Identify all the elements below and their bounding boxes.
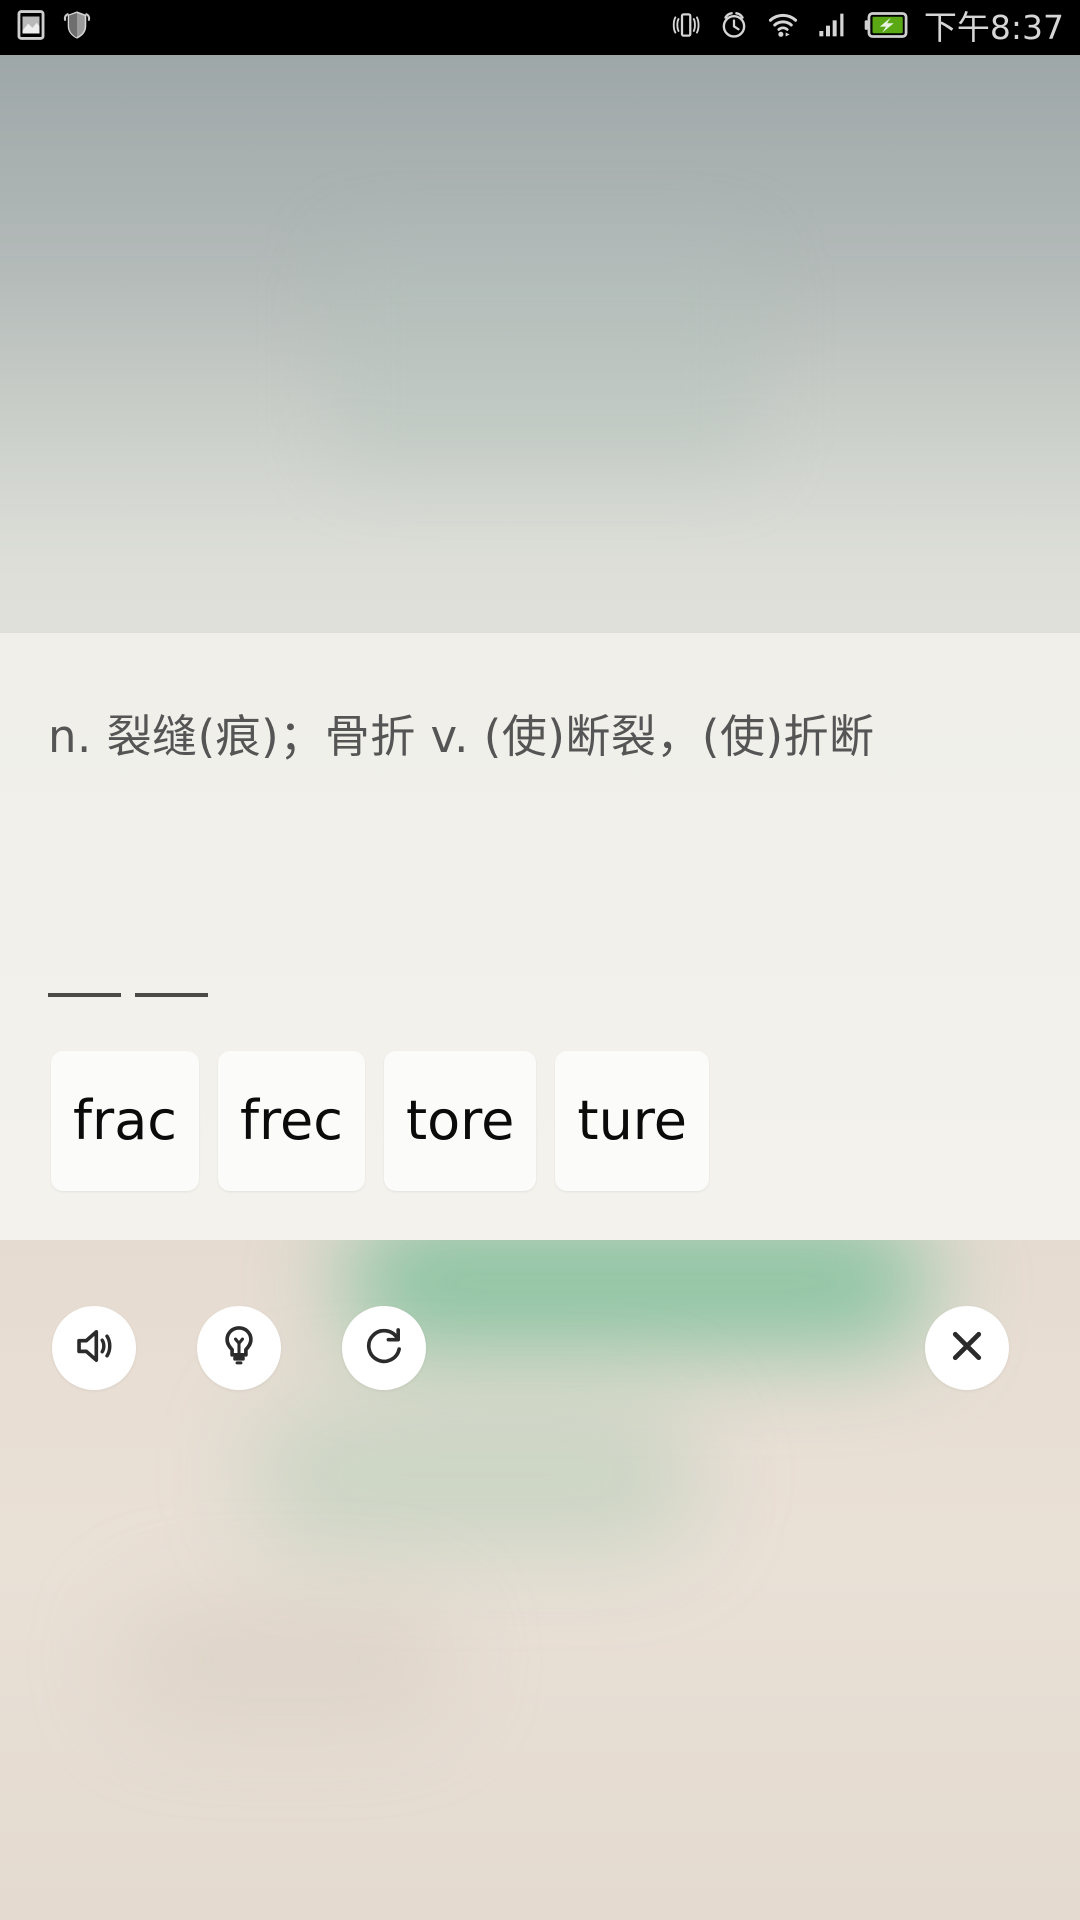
replay-button[interactable]	[342, 1306, 426, 1390]
close-icon	[945, 1324, 989, 1373]
alarm-clock-icon	[718, 9, 750, 46]
wallpaper-top	[0, 55, 1080, 635]
answer-slot-2[interactable]	[135, 993, 208, 997]
phone-screen: 下午8:37 n. 裂缝(痕)；骨折 v. (使)断裂，(使)折断 frac f…	[0, 0, 1080, 1920]
lightbulb-icon	[216, 1323, 262, 1374]
hint-button[interactable]	[197, 1306, 281, 1390]
battery-charging-icon	[864, 9, 908, 46]
option-tile-2[interactable]: frec	[218, 1051, 365, 1191]
option-tile-3[interactable]: tore	[383, 1051, 537, 1191]
status-bar-left-icons	[0, 8, 94, 47]
wifi-icon	[766, 9, 800, 46]
answer-slot-1[interactable]	[48, 993, 121, 997]
option-tile-label: ture	[577, 1089, 688, 1152]
close-button[interactable]	[925, 1306, 1009, 1390]
sound-button[interactable]	[52, 1306, 136, 1390]
screenshot-image-icon	[14, 8, 48, 47]
word-definition: n. 裂缝(痕)；骨折 v. (使)断裂，(使)折断	[48, 710, 875, 763]
option-tile-4[interactable]: ture	[555, 1051, 710, 1191]
option-tile-label: frec	[240, 1089, 343, 1152]
bottom-toolbar	[0, 1240, 1080, 1425]
answer-slots	[48, 993, 208, 997]
option-tiles: frac frec tore ture	[51, 1051, 710, 1191]
wallpaper-blob-soft	[120, 1600, 450, 1720]
security-shield-icon	[60, 8, 94, 47]
speaker-icon	[71, 1323, 117, 1374]
option-tile-label: frac	[73, 1089, 177, 1152]
status-bar-right-icons: 下午8:37	[670, 9, 1080, 46]
option-tile-label: tore	[405, 1089, 515, 1152]
quiz-panel: n. 裂缝(痕)；骨折 v. (使)断裂，(使)折断 frac frec tor…	[0, 633, 1080, 1240]
option-tile-1[interactable]: frac	[51, 1051, 199, 1191]
status-bar: 下午8:37	[0, 0, 1080, 55]
status-bar-clock: 下午8:37	[923, 8, 1064, 47]
cellular-signal-icon	[816, 9, 848, 46]
vibrate-icon	[670, 9, 702, 46]
refresh-icon	[361, 1323, 407, 1374]
